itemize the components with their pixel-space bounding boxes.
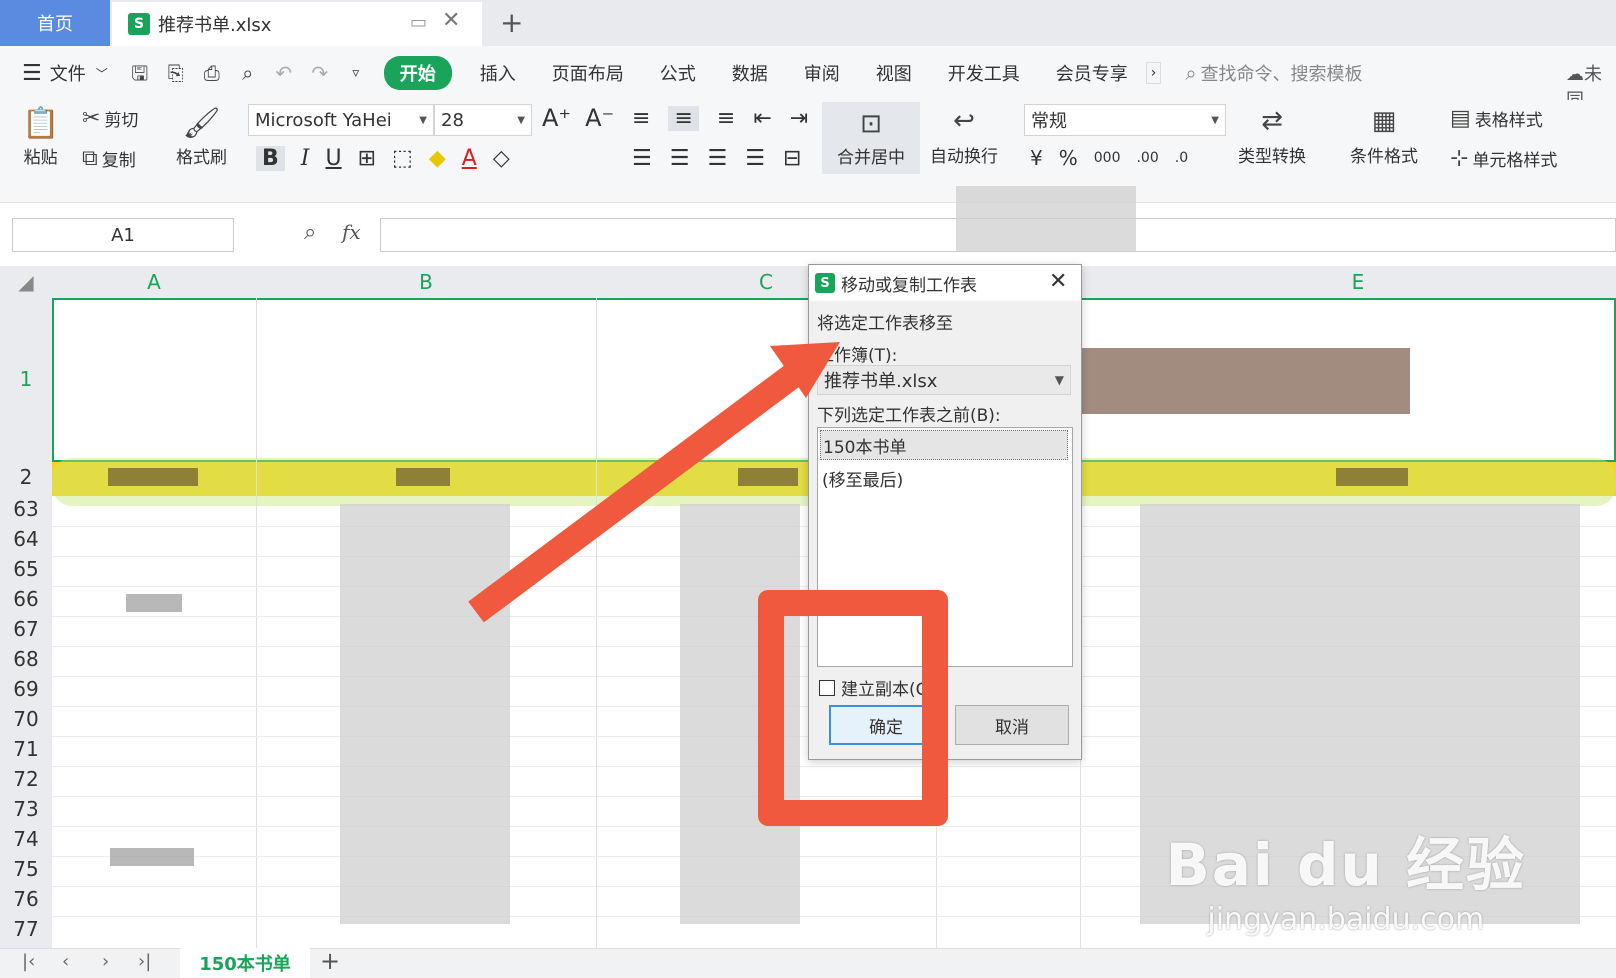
annotation-highlight-box — [758, 590, 948, 826]
arrow-shaft — [468, 359, 808, 623]
watermark-url: jingyan.baidu.com — [1207, 902, 1485, 937]
watermark-brand: Bai du 经验 — [1165, 831, 1526, 899]
baidu-jingyan-watermark: Bai du 经验 jingyan.baidu.com — [1166, 818, 1526, 937]
